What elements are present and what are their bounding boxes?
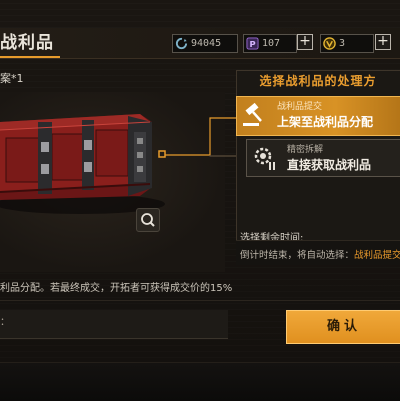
countdown-default-choice: 战利品提交 (354, 250, 400, 261)
choice-panel-title: 选择战利品的处理方 (259, 74, 377, 88)
option-disassemble-label: 直接获取战利品 (287, 158, 372, 172)
purple-p-currency-icon: P (246, 37, 259, 50)
option-disassemble-subtitle: 精密拆解 (287, 145, 324, 155)
title-accent-line (0, 56, 60, 58)
magnifier-icon (141, 213, 155, 227)
gavel-icon (237, 97, 273, 133)
currency-credits: 94045 (172, 34, 238, 53)
option-submit-label: 上架至战利品分配 (277, 115, 374, 129)
option-submit-loot[interactable]: 战利品提交 上架至战利品分配 (236, 96, 400, 136)
countdown-prefix: 倒计时结束，将自动选择： (240, 250, 355, 261)
gold-v-currency-icon (323, 37, 336, 50)
price-input-field[interactable] (0, 310, 228, 339)
countdown-text: 倒计时结束，将自动选择：战利品提交 (240, 247, 400, 261)
loot-description: 利品分配。若最终成交，开拓者可获得成交价的15% (0, 283, 233, 294)
refresh-currency-icon (175, 37, 188, 50)
currency-gold: 3 (320, 34, 374, 53)
add-purple-button[interactable]: + (297, 34, 313, 50)
zoom-button[interactable] (136, 208, 160, 232)
disassemble-gears-icon (247, 140, 283, 176)
divider (0, 300, 400, 301)
svg-text:P: P (249, 39, 255, 49)
bottom-bar (0, 362, 400, 401)
option-disassemble[interactable]: 精密拆解 直接获取战利品 (246, 139, 400, 177)
add-gold-button[interactable]: + (375, 34, 391, 50)
input-label: ： (0, 317, 10, 328)
page-title: 战利品 (0, 33, 54, 53)
currency-purple: P 107 (243, 34, 297, 53)
option-submit-subtitle: 战利品提交 (277, 102, 323, 112)
item-name: 案*1 (0, 72, 24, 85)
option-connector-lines (165, 117, 245, 157)
confirm-button[interactable]: 确认 (286, 310, 400, 344)
